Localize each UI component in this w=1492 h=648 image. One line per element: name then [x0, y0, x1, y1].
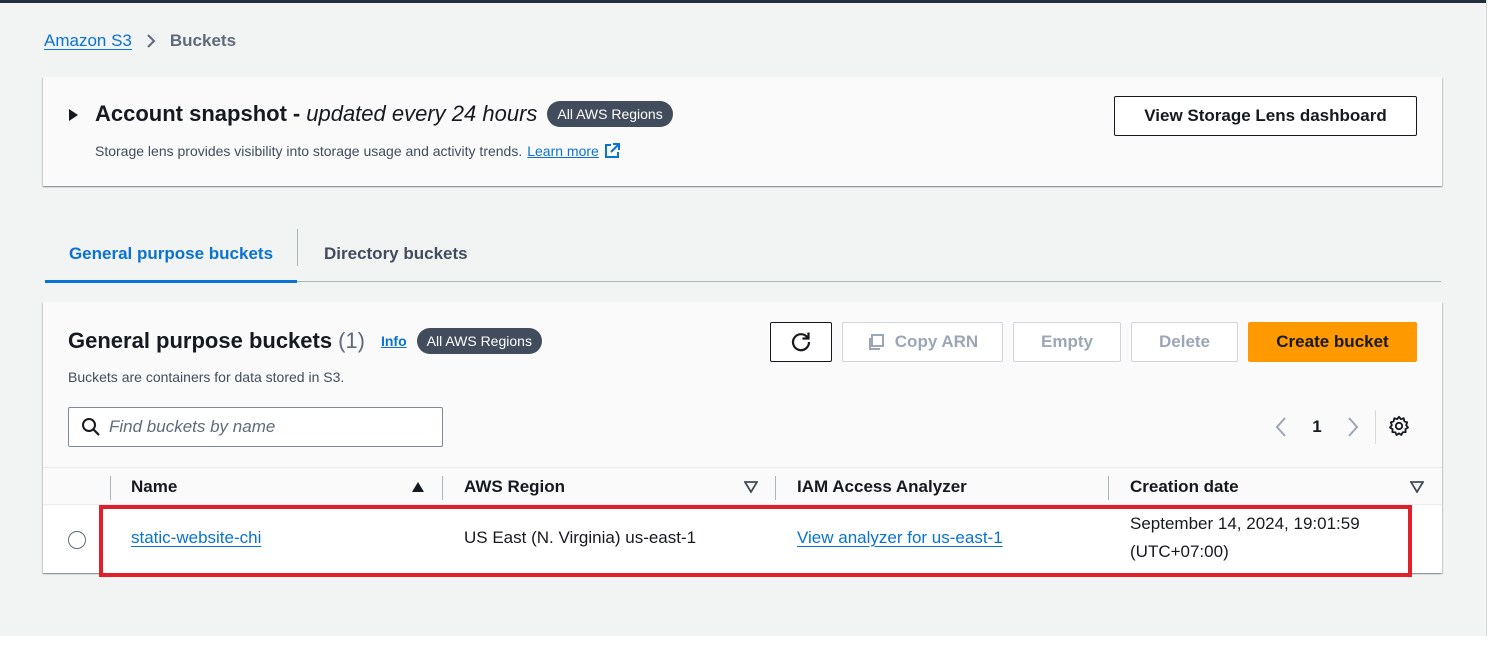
top-bar — [0, 0, 1492, 3]
search-input[interactable] — [109, 417, 429, 437]
expand-caret-icon[interactable] — [69, 109, 78, 121]
breadcrumb-amazon-s3[interactable]: Amazon S3 — [44, 31, 132, 51]
view-storage-lens-dashboard-button[interactable]: View Storage Lens dashboard — [1114, 96, 1417, 136]
column-header-aws-region[interactable]: AWS Region — [464, 468, 565, 506]
account-snapshot-panel: Account snapshot - updated every 24 hour… — [43, 77, 1442, 186]
empty-button[interactable]: Empty — [1013, 322, 1121, 362]
page-number[interactable]: 1 — [1294, 417, 1340, 437]
pagination: 1 — [1268, 414, 1366, 440]
breadcrumb-buckets: Buckets — [169, 31, 237, 50]
info-link[interactable]: Info — [381, 333, 407, 349]
column-header-iam-access-analyzer[interactable]: IAM Access Analyzer — [797, 468, 967, 506]
copy-icon — [867, 333, 885, 351]
sort-ascending-icon[interactable] — [411, 481, 425, 493]
create-bucket-button[interactable]: Create bucket — [1248, 322, 1417, 362]
column-separator[interactable] — [775, 476, 776, 500]
scrollbar-track[interactable] — [1486, 0, 1492, 636]
delete-button[interactable]: Delete — [1131, 322, 1238, 362]
snapshot-description: Storage lens provides visibility into st… — [95, 142, 621, 160]
sort-descending-icon[interactable] — [1410, 481, 1424, 493]
column-header-name[interactable]: Name — [131, 468, 177, 506]
buckets-description: Buckets are containers for data stored i… — [68, 369, 345, 385]
table-row[interactable]: static-website-chi US East (N. Virginia)… — [43, 506, 1442, 573]
external-link-icon[interactable] — [603, 142, 621, 160]
page-bottom — [0, 636, 1492, 648]
search-icon — [81, 417, 101, 437]
snapshot-subtitle: updated every 24 hours — [306, 101, 538, 126]
all-regions-badge: All AWS Regions — [416, 328, 542, 354]
bucket-name-link[interactable]: static-website-chi — [131, 528, 261, 547]
tab-directory-buckets[interactable]: Directory buckets — [324, 226, 468, 281]
account-snapshot-heading[interactable]: Account snapshot - updated every 24 hour… — [95, 101, 673, 127]
snapshot-description-text: Storage lens provides visibility into st… — [95, 143, 523, 159]
learn-more-link[interactable]: Learn more — [527, 143, 599, 159]
refresh-icon — [790, 331, 812, 353]
buckets-title: General purpose buckets — [68, 328, 333, 353]
copy-arn-label: Copy ARN — [894, 332, 979, 351]
tab-divider — [297, 229, 298, 266]
snapshot-title: Account snapshot — [95, 101, 287, 126]
buckets-heading: General purpose buckets (1) Info All AWS… — [68, 328, 542, 354]
column-separator — [110, 476, 111, 500]
column-separator[interactable] — [442, 476, 443, 500]
pagination-divider — [1375, 410, 1376, 444]
refresh-button[interactable] — [770, 322, 832, 362]
gear-icon[interactable] — [1388, 415, 1410, 437]
view-analyzer-link[interactable]: View analyzer for us-east-1 — [797, 528, 1003, 547]
buckets-count: (1) — [338, 328, 365, 353]
creation-date-line1: September 14, 2024, 19:01:59 — [1130, 514, 1360, 533]
tab-general-purpose-buckets[interactable]: General purpose buckets — [45, 226, 297, 283]
general-purpose-buckets-panel: General purpose buckets (1) Info All AWS… — [43, 302, 1442, 573]
sort-descending-icon[interactable] — [744, 481, 758, 493]
chevron-right-icon[interactable] — [1340, 416, 1366, 438]
bucket-type-tabs: General purpose buckets Directory bucket… — [45, 226, 1441, 283]
creation-date-line2: (UTC+07:00) — [1130, 542, 1229, 561]
chevron-left-icon[interactable] — [1268, 416, 1294, 438]
column-separator[interactable] — [1108, 476, 1109, 500]
snapshot-title-dash: - — [292, 101, 301, 126]
row-select-radio[interactable] — [68, 531, 86, 549]
copy-arn-button[interactable]: Copy ARN — [842, 322, 1003, 362]
column-header-creation-date[interactable]: Creation date — [1130, 468, 1239, 506]
chevron-right-icon — [146, 33, 156, 49]
breadcrumb: Amazon S3 Buckets — [44, 30, 236, 52]
buckets-table-header: Name AWS Region IAM Access Analyzer Crea… — [43, 467, 1442, 505]
all-regions-badge: All AWS Regions — [547, 101, 673, 127]
find-buckets-search[interactable] — [68, 407, 443, 447]
bucket-region: US East (N. Virginia) us-east-1 — [464, 528, 697, 547]
